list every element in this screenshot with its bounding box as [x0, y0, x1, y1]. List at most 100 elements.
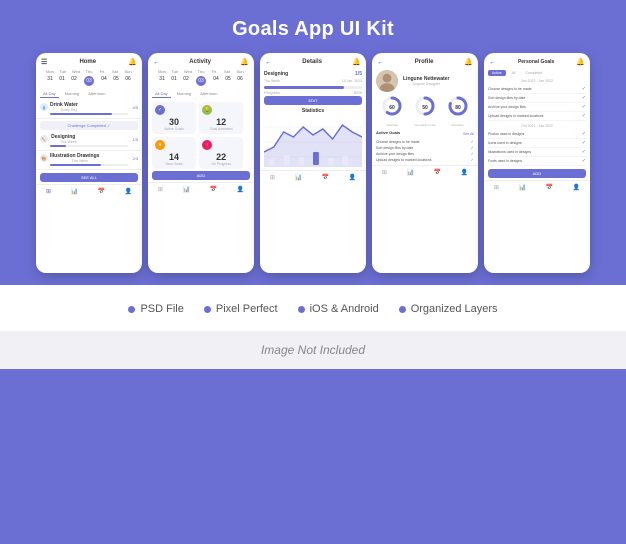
bell-icon-activity: 🔔: [240, 58, 249, 66]
user-nav-icon5[interactable]: 👤: [573, 184, 580, 191]
user-nav-icon3[interactable]: 👤: [349, 174, 356, 181]
progress-pct: 82%: [354, 90, 362, 95]
svg-text:80: 80: [455, 105, 461, 111]
see-all-link[interactable]: See All: [463, 132, 474, 136]
task-date: 14 Jan, 2023: [342, 79, 362, 83]
feature-ios: iOS & Android: [298, 303, 379, 315]
phone-profile: ← Profile 🔔 Lingune Nettewater L: [372, 53, 478, 273]
calendar-nav-icon[interactable]: 📅: [98, 188, 105, 195]
footer-section: Image Not Included: [0, 331, 626, 369]
bell-icon-details: 🔔: [352, 58, 361, 66]
chart-nav-icon3[interactable]: 📊: [294, 174, 301, 181]
phone-pg-header: ← Personal Goals 🔔: [484, 53, 590, 68]
back-icon-details[interactable]: ←: [265, 59, 272, 66]
stats-chart: [264, 117, 362, 167]
tab-all[interactable]: All: [508, 70, 520, 76]
calendar: Mon Tue Wed Thu Fri Sat Sun 31 01 02 03 …: [36, 68, 142, 88]
pg-goal-row: Sort design tiles by date✓: [488, 94, 586, 103]
pg-goal-row: Fonts used in designs✓: [488, 157, 586, 166]
activity-card: 🏆 12 Goal Achieved: [199, 102, 243, 134]
user-nav-icon2[interactable]: 👤: [237, 186, 244, 193]
chart-nav-icon4[interactable]: 📊: [406, 169, 413, 176]
feature-layers: Organized Layers: [399, 303, 498, 315]
progress-icon: ↑: [202, 140, 212, 150]
calendar-nav-icon2[interactable]: 📅: [210, 186, 217, 193]
stat-overdue: 60 Overdue: [381, 95, 403, 127]
phone-activity: ← Activity 🔔 Mon Tue Wed Thu Fri Sat Sun…: [148, 53, 254, 273]
add-button[interactable]: ADD: [152, 171, 250, 180]
pg-goal-row: Photos used in designs✓: [488, 130, 586, 139]
pixel-label: Pixel Perfect: [216, 303, 278, 315]
goal-row: Archive your design files✓: [376, 151, 474, 156]
menu-icon: ☰: [41, 58, 47, 66]
features-row: PSD File Pixel Perfect iOS & Android Org…: [0, 295, 626, 323]
back-icon-profile[interactable]: ←: [377, 59, 384, 66]
edit-button[interactable]: EDIT: [264, 96, 362, 105]
pg-content: Active All Completed Jan 2022 - Jan 2022…: [484, 68, 590, 180]
activity-card: ✓ 30 Active Goals: [152, 102, 196, 134]
home-nav-icon4[interactable]: ⊞: [382, 169, 387, 176]
active-goals-title: Active Goals: [376, 130, 400, 135]
bell-icon-profile: 🔔: [464, 58, 473, 66]
calendar-nav-icon5[interactable]: 📅: [546, 184, 553, 191]
svg-text:60: 60: [390, 105, 396, 111]
activity-filters: All Day Morning Afternoon: [148, 88, 254, 100]
feature-psd: PSD File: [128, 303, 183, 315]
phones-row: ☰ Home 🔔 Mon Tue Wed Thu Fri Sat Sun 31 …: [10, 53, 616, 273]
ios-label: iOS & Android: [310, 303, 379, 315]
activity-card: ★ 14 New Goals: [152, 137, 196, 169]
phone-details-title: Details: [302, 59, 322, 65]
profile-avatar-row: Lingune Nettewater Lingune Designer: [376, 70, 474, 92]
illustration-icon: 🎨: [40, 154, 48, 162]
user-nav-icon[interactable]: 👤: [125, 188, 132, 195]
bottom-nav-pg: ⊞ 📊 📅 👤: [484, 180, 590, 193]
ios-dot: [298, 306, 305, 313]
home-nav-icon3[interactable]: ⊞: [270, 174, 275, 181]
tab-active[interactable]: Active: [488, 70, 506, 76]
chart-nav-icon5[interactable]: 📊: [518, 184, 525, 191]
bottom-section: PSD File Pixel Perfect iOS & Android Org…: [0, 285, 626, 331]
chart-nav-icon2[interactable]: 📊: [182, 186, 189, 193]
bottom-nav-profile: ⊞ 📊 📅 👤: [372, 165, 478, 178]
chart-nav-icon[interactable]: 📊: [70, 188, 77, 195]
psd-label: PSD File: [140, 303, 183, 315]
activity-cards: ✓ 30 Active Goals 🏆 12 Goal Achieved ★ 1…: [148, 100, 254, 171]
stats-title: Statistics: [264, 108, 362, 114]
home-nav-icon5[interactable]: ⊞: [494, 184, 499, 191]
page-title: Goals App UI Kit: [10, 18, 616, 41]
water-icon: 💧: [40, 103, 48, 111]
pg-goal-row: Archive your design files✓: [488, 103, 586, 112]
phone-details-header: ← Details 🔔: [260, 53, 366, 68]
profile-handle: Lingune Designer: [403, 82, 449, 86]
calendar-nav-icon3[interactable]: 📅: [322, 174, 329, 181]
activity-card: ↑ 22 On Progress: [199, 137, 243, 169]
psd-dot: [128, 306, 135, 313]
goal-row: Sort design files by date✓: [376, 145, 474, 150]
goal-item: 🎨 Illustration Drawings This Week 2/3: [36, 151, 142, 170]
pg-filter-tabs: Active All Completed: [488, 70, 586, 76]
phone-home: ☰ Home 🔔 Mon Tue Wed Thu Fri Sat Sun 31 …: [36, 53, 142, 273]
back-icon[interactable]: ←: [153, 59, 160, 66]
tab-completed[interactable]: Completed: [521, 70, 546, 76]
calendar-nav-icon4[interactable]: 📅: [434, 169, 441, 176]
bottom-nav: ⊞ 📊 📅 👤: [36, 184, 142, 197]
add-button-pg[interactable]: ADD: [488, 169, 586, 178]
achieved-icon: 🏆: [202, 105, 212, 115]
back-icon-pg[interactable]: ←: [489, 59, 496, 66]
user-nav-icon4[interactable]: 👤: [461, 169, 468, 176]
phone-activity-header: ← Activity 🔔: [148, 53, 254, 68]
new-goals-icon: ★: [155, 140, 165, 150]
profile-content: Lingune Nettewater Lingune Designer 60 O…: [372, 68, 478, 165]
stat-completion: 50 Completion rate: [414, 95, 436, 127]
phone-pg-title: Personal Goals: [518, 59, 554, 65]
avatar: [376, 70, 398, 92]
details-content: Designing 1/5 Thu Week 14 Jan, 2023 Prog…: [260, 68, 366, 170]
home-nav-icon[interactable]: ⊞: [46, 188, 51, 195]
phone-personal-goals: ← Personal Goals 🔔 Active All Completed …: [484, 53, 590, 273]
pg-goal-row: Choose designs to be made✓: [488, 85, 586, 94]
activity-calendar: Mon Tue Wed Thu Fri Sat Sun 31 01 02 03 …: [148, 68, 254, 88]
home-nav-icon2[interactable]: ⊞: [158, 186, 163, 193]
see-all-button[interactable]: SEE ALL: [40, 173, 138, 182]
bell-icon: 🔔: [128, 58, 137, 66]
feature-pixel: Pixel Perfect: [204, 303, 278, 315]
